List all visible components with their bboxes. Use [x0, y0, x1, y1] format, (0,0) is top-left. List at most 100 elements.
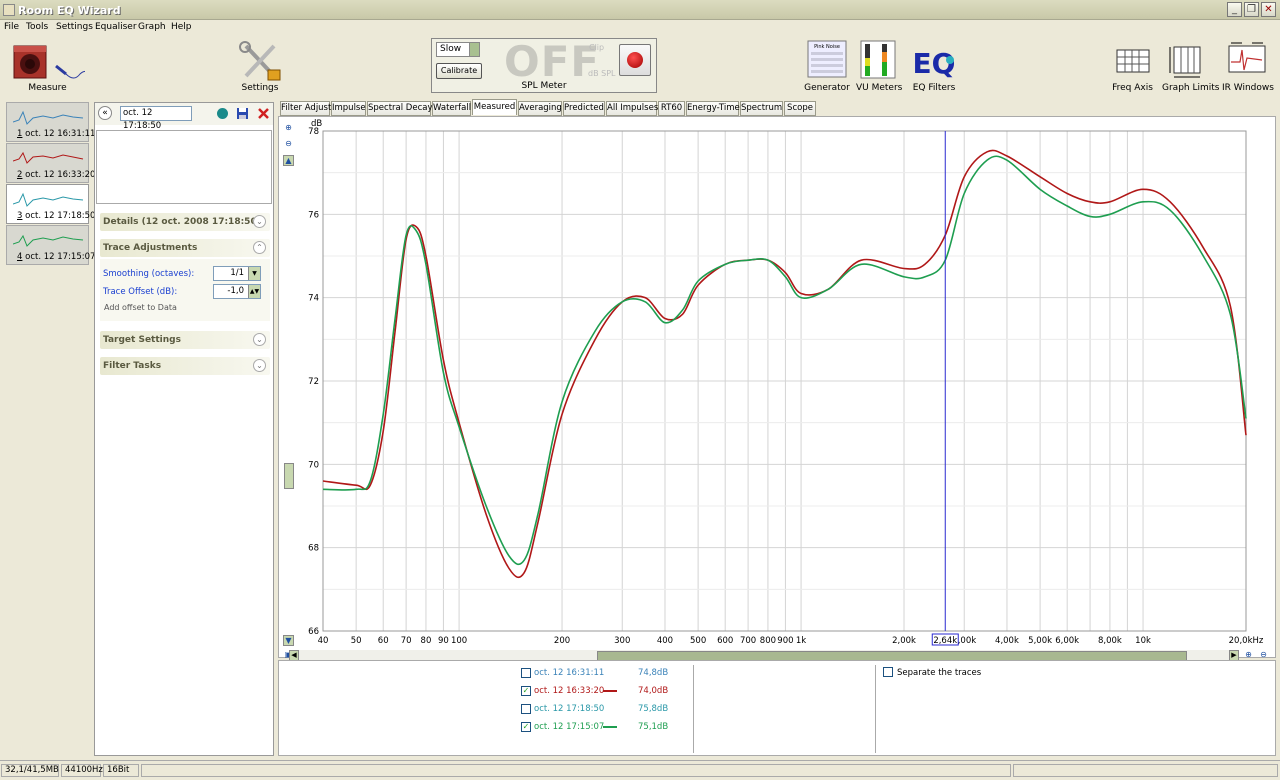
menu-tools[interactable]: Tools — [26, 22, 48, 32]
menu-settings[interactable]: Settings — [56, 22, 93, 32]
panel-header: « oct. 12 17:18:50 — [95, 103, 273, 131]
measurement-label: oct. 12 17:15:07 — [25, 252, 96, 262]
vu-meters-button[interactable]: VU Meters — [856, 40, 903, 97]
generator-button[interactable]: Pink Noise Generator — [803, 40, 851, 97]
color-dot-icon[interactable] — [216, 107, 229, 120]
smoothing-select[interactable]: 1/1 ▼ — [213, 266, 261, 281]
menu-graph[interactable]: Graph — [138, 22, 166, 32]
clip-indicator: Clip — [589, 43, 605, 52]
tab-impulse[interactable]: Impulse — [331, 101, 366, 116]
details-section-header[interactable]: Details (12 oct. 2008 17:18:50) ⌄ — [100, 213, 270, 231]
tab-averaging[interactable]: Averaging — [518, 101, 562, 116]
tab-energy-time[interactable]: Energy-Time — [686, 101, 740, 116]
minimize-button[interactable]: _ — [1227, 2, 1242, 17]
measurement-panel: « oct. 12 17:18:50 Details (12 oct. 2008… — [94, 102, 274, 756]
status-bar: 32,1/41,5MB 44100Hz 16Bit — [0, 760, 1280, 778]
spl-meter-panel: Slow Calibrate OFF Clip dB SPL SPL Meter — [431, 37, 657, 93]
graph-limits-label: Graph Limits — [1162, 83, 1220, 93]
graph-limits-icon — [1169, 46, 1201, 78]
status-message — [141, 764, 1011, 777]
ir-windows-label: IR Windows — [1222, 83, 1274, 93]
eq-filters-button[interactable]: EQ EQ Filters — [910, 40, 958, 97]
measurement-item-1[interactable]: 1 oct. 12 16:31:11 — [6, 102, 95, 142]
dropdown-arrow-icon[interactable]: ▼ — [248, 267, 260, 280]
tab-spectral-decay[interactable]: Spectral Decay — [367, 101, 432, 116]
legend-value: 75,1dB — [638, 722, 669, 732]
x-tick-label: 20,0kHz — [1229, 636, 1264, 646]
legend-checkbox[interactable]: ✓ — [521, 686, 531, 696]
legend-checkbox[interactable]: ✓ — [521, 722, 531, 732]
legend-row[interactable]: ✓ oct. 12 17:15:07 75,1dB — [521, 721, 671, 733]
measurement-name-input[interactable]: oct. 12 17:18:50 — [120, 106, 192, 131]
tab-waterfall[interactable]: Waterfall — [432, 101, 471, 116]
filter-tasks-header[interactable]: Filter Tasks ⌄ — [100, 357, 270, 375]
legend-row[interactable]: oct. 12 16:31:11 74,8dB — [521, 667, 671, 679]
freq-axis-button[interactable]: Freq Axis — [1110, 40, 1155, 97]
close-button[interactable]: ✕ — [1261, 2, 1276, 17]
maximize-button[interactable]: ❐ — [1244, 2, 1259, 17]
memory-status: 32,1/41,5MB — [1, 764, 59, 777]
legend-checkbox[interactable] — [521, 704, 531, 714]
target-settings-title: Target Settings — [103, 335, 181, 345]
x-tick-label: 700 — [740, 636, 756, 646]
tab-measured[interactable]: Measured — [472, 99, 517, 115]
trace-adjustments-header[interactable]: Trace Adjustments ⌃ — [100, 239, 270, 257]
scroll-up-icon[interactable]: ▲ — [283, 155, 294, 166]
measurement-label: oct. 12 17:18:50 — [25, 211, 96, 221]
tab-spectrum[interactable]: Spectrum — [740, 101, 783, 116]
menu-bar: File Tools Settings Equaliser Graph Help — [0, 20, 1280, 35]
tab-predicted[interactable]: Predicted — [563, 101, 605, 116]
ir-windows-icon — [1228, 42, 1266, 73]
collapse-icon[interactable]: ⌃ — [253, 241, 266, 254]
zoom-out-icon[interactable]: ⊖ — [283, 139, 294, 150]
graph-limits-button[interactable]: Graph Limits — [1162, 40, 1220, 97]
delete-icon[interactable] — [257, 107, 270, 120]
legend-checkbox[interactable] — [521, 668, 531, 678]
spl-mode-dropdown-icon[interactable] — [469, 43, 479, 56]
target-settings-header[interactable]: Target Settings ⌄ — [100, 331, 270, 349]
frequency-response-chart[interactable]: 66687072747678dB40 50 60 70 80 90 100 200 300 400… — [279, 117, 1275, 657]
measurement-item-4[interactable]: 4 oct. 12 17:15:07 — [6, 225, 95, 265]
separate-traces-checkbox[interactable] — [883, 667, 893, 677]
menu-equaliser[interactable]: Equaliser — [95, 22, 137, 32]
legend-row[interactable]: oct. 12 17:18:50 75,8dB — [521, 703, 671, 715]
vertical-scroll-thumb[interactable] — [284, 463, 294, 489]
notes-textarea[interactable] — [96, 130, 272, 204]
legend-list: oct. 12 16:31:11 74,8dB ✓ oct. 12 16:33:20 7… — [521, 667, 671, 747]
legend-row[interactable]: ✓ oct. 12 16:33:20 74,0dB — [521, 685, 671, 697]
stepper-arrows-icon[interactable]: ▲▼ — [248, 285, 260, 298]
measurement-item-2[interactable]: 2 oct. 12 16:33:20 — [6, 143, 95, 183]
smoothing-label: Smoothing (octaves): — [103, 269, 195, 279]
spl-record-button[interactable] — [619, 44, 651, 76]
add-offset-link[interactable]: Add offset to Data — [104, 303, 177, 312]
x-tick-label: 300 — [614, 636, 630, 646]
vu-meter-icon — [860, 40, 896, 79]
title-bar: Room EQ Wizard _ ❐ ✕ — [0, 0, 1280, 20]
sample-rate-status: 44100Hz — [61, 764, 103, 777]
tab-filter-adjust[interactable]: Filter Adjust — [280, 101, 331, 116]
vu-meters-label: VU Meters — [856, 83, 903, 93]
expand-icon[interactable]: ⌄ — [253, 215, 266, 228]
calibrate-button[interactable]: Calibrate — [436, 63, 482, 79]
expand-icon[interactable]: ⌄ — [253, 333, 266, 346]
tab-all-impulses[interactable]: All Impulses — [606, 101, 658, 116]
ir-windows-button[interactable]: IR Windows — [1222, 40, 1274, 97]
x-tick-label: 5,00k — [1028, 636, 1052, 646]
settings-button[interactable]: Settings — [230, 40, 290, 97]
settings-label: Settings — [241, 83, 279, 93]
generator-icon: Pink Noise — [807, 40, 847, 78]
tab-scope[interactable]: Scope — [784, 101, 816, 116]
trace-offset-stepper[interactable]: -1,0 ▲▼ — [213, 284, 261, 299]
measure-button[interactable]: Measure — [10, 40, 89, 97]
scroll-down-icon[interactable]: ▼ — [283, 635, 294, 646]
save-icon[interactable] — [236, 107, 249, 120]
x-tick-label: 800 — [760, 636, 776, 646]
menu-file[interactable]: File — [4, 22, 19, 32]
zoom-in-icon[interactable]: ⊕ — [283, 123, 294, 134]
tab-rt60[interactable]: RT60 — [658, 101, 685, 116]
x-tick-label: 900 — [777, 636, 793, 646]
measurement-item-3[interactable]: 3 oct. 12 17:18:50 — [6, 184, 95, 224]
menu-help[interactable]: Help — [171, 22, 192, 32]
expand-icon[interactable]: ⌄ — [253, 359, 266, 372]
collapse-panel-icon[interactable]: « — [98, 106, 112, 120]
